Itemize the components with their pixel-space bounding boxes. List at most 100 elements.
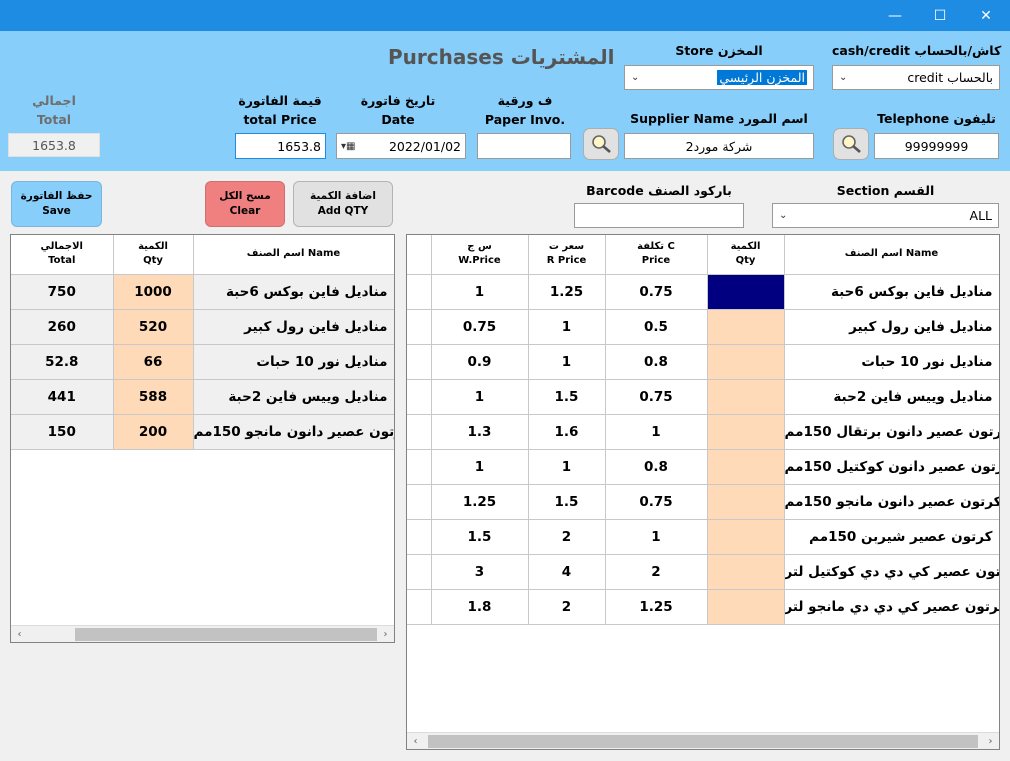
table-row[interactable]: 1 1.25 0.75 مناديل فاين بوكس 6حبة [407,274,999,310]
row-selector[interactable] [407,449,432,485]
scroll-right-icon[interactable]: › [982,736,999,747]
close-icon: ✕ [980,7,992,24]
table-row[interactable]: 3 4 2 كرتون عصير كي دي دي كوكتيل لتر [407,554,999,590]
table-row[interactable]: 1.8 2 1.25 كرتون عصير كي دي دي مانجو لتر [407,589,999,625]
cell-rprice: 1.5 [528,379,606,415]
horizontal-scrollbar[interactable]: ‹ › [11,625,394,642]
table-row[interactable]: 750 1000 مناديل فاين بوكس 6حبة [11,274,394,310]
clear-button[interactable]: مسح الكل Clear [205,181,285,227]
invoice-total-label-ar: قيمة الفاتورة [238,93,322,108]
cell-name: مناديل وييس فاين 2حبة [193,379,394,415]
cell-name: كرتون عصير كي دي دي مانجو لتر [784,589,999,625]
cell-qty[interactable] [707,414,785,450]
payment-select[interactable]: ⌄ credit بالحساب [832,65,1000,90]
cell-qty[interactable] [707,589,785,625]
table-row[interactable]: 1 1.5 0.75 مناديل وييس فاين 2حبة [407,379,999,415]
store-label: Store المخزن [675,43,763,58]
cell-qty[interactable] [707,379,785,415]
cell-name: مناديل وييس فاين 2حبة [784,379,999,415]
store-value: المخزن الرئيسي [717,70,807,85]
cell-wprice: 1.25 [431,484,529,520]
table-row[interactable]: 441 588 مناديل وييس فاين 2حبة [11,379,394,415]
cell-qty[interactable] [707,519,785,555]
date-value: 2022/01/02 [388,138,461,154]
cell-qty[interactable]: 588 [113,379,194,415]
row-selector[interactable] [407,309,432,345]
scroll-left-icon[interactable]: ‹ [407,736,424,747]
cell-qty[interactable] [707,484,785,520]
telephone-search-button[interactable] [833,128,869,160]
section-select[interactable]: ⌄ ALL [772,203,999,228]
paper-invoice-input[interactable] [477,133,571,159]
row-selector[interactable] [407,379,432,415]
date-picker[interactable]: ▾▦ 2022/01/02 [336,133,466,159]
chevron-down-icon: ⌄ [779,210,788,221]
payment-label: cash/credit كاش/بالحساب [832,43,1002,58]
save-button[interactable]: حفظ الفاتورة Save [11,181,102,227]
table-row[interactable]: 260 520 مناديل فاين رول كبير [11,309,394,345]
cell-qty[interactable] [707,449,785,485]
scroll-left-icon[interactable]: ‹ [11,629,28,640]
cell-qty[interactable]: 520 [113,309,194,345]
barcode-input[interactable] [574,203,744,228]
cell-qty[interactable] [707,554,785,590]
supplier-input[interactable]: شركة مورد2 [624,133,814,159]
total-label: اجمالي Total [8,91,100,129]
cell-rprice: 2 [528,519,606,555]
cell-wprice: 1.3 [431,414,529,450]
calendar-icon[interactable]: ▾▦ [341,141,355,152]
cell-cost: 0.75 [605,274,708,310]
row-selector[interactable] [407,344,432,380]
minimize-button[interactable]: — [872,0,918,31]
cell-name: مناديل نور 10 حبات [784,344,999,380]
cell-wprice: 0.75 [431,309,529,345]
table-row[interactable]: 0.75 1 0.5 مناديل فاين رول كبير [407,309,999,345]
addqty-label-en: Add QTY [317,205,369,217]
cell-cost: 0.8 [605,449,708,485]
supplier-search-button[interactable] [583,128,619,160]
scroll-right-icon[interactable]: › [377,629,394,640]
store-select[interactable]: ⌄ المخزن الرئيسي [624,65,814,90]
save-label-ar: حفظ الفاتورة [20,190,93,202]
scrollbar-thumb[interactable] [74,627,378,641]
cell-qty[interactable]: 200 [113,414,194,450]
barcode-label: Barcode باركود الصنف [586,183,732,198]
date-label-ar: تاريخ فاتورة [360,93,436,108]
col-header-qty-ar: الكمية [138,241,168,253]
chevron-down-icon: ⌄ [631,72,640,83]
close-button[interactable]: ✕ [963,0,1009,31]
row-selector[interactable] [407,414,432,450]
scrollbar-thumb[interactable] [428,734,978,748]
table-row[interactable]: 1.3 1.6 1 كرتون عصير دانون برتقال 150مم [407,414,999,450]
cell-rprice: 1 [528,344,606,380]
cell-cost: 1 [605,519,708,555]
cell-qty[interactable] [707,344,785,380]
payment-value: credit بالحساب [907,70,993,85]
table-row[interactable]: 1.5 2 1 كرتون عصير شيربن 150مم [407,519,999,555]
cell-name: كرتون عصير دانون كوكتيل 150مم [784,449,999,485]
add-qty-button[interactable]: اضافة الكمية Add QTY [293,181,393,227]
table-row[interactable]: 150 200 كرتون عصير دانون مانجو 150مم [11,414,394,450]
table-row[interactable]: 1 1 0.8 كرتون عصير دانون كوكتيل 150مم [407,449,999,485]
maximize-button[interactable]: ☐ [917,0,963,31]
row-selector[interactable] [407,484,432,520]
cell-qty[interactable] [707,309,785,345]
row-selector[interactable] [407,519,432,555]
horizontal-scrollbar[interactable]: ‹ › [407,732,999,749]
row-selector[interactable] [407,589,432,625]
table-row[interactable]: 52.8 66 مناديل نور 10 حبات [11,344,394,380]
cell-qty[interactable]: 66 [113,344,194,380]
section-label: Section القسم [836,183,935,198]
header-panel: Purchases المشتريات اجمالي Total 1653.8 … [0,31,1010,171]
table-row[interactable]: 0.9 1 0.8 مناديل نور 10 حبات [407,344,999,380]
cell-wprice: 1.8 [431,589,529,625]
cell-qty[interactable]: 1000 [113,274,194,310]
telephone-input[interactable]: 99999999 [874,133,999,159]
cell-rprice: 1.6 [528,414,606,450]
row-selector[interactable] [407,274,432,310]
cell-qty-selected[interactable] [707,274,785,310]
invoice-total-input[interactable]: 1653.8 [235,133,326,159]
cell-cost: 1.25 [605,589,708,625]
table-row[interactable]: 1.25 1.5 0.75 كرتون عصير دانون مانجو 150مم [407,484,999,520]
row-selector[interactable] [407,554,432,590]
